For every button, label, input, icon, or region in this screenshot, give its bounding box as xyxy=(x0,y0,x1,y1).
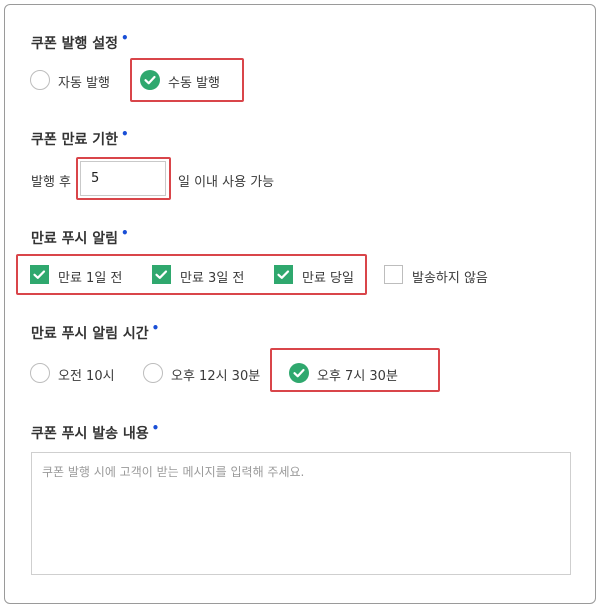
expiry-title-text: 쿠폰 만료 기한 xyxy=(31,132,119,148)
radio-730pm[interactable]: 오후 7시 30분 xyxy=(289,361,419,385)
checkbox-3-days-before[interactable]: 만료 3일 전 xyxy=(152,263,262,287)
push-time-title-text: 만료 푸시 알림 시간 xyxy=(31,326,149,342)
checkbox-same-day-label: 만료 당일 xyxy=(302,271,354,286)
checkbox-unchecked-icon xyxy=(384,265,403,284)
expiry-suffix-label: 일 이내 사용 가능 xyxy=(178,175,275,190)
issue-setting-title: 쿠폰 발행 설정 • xyxy=(31,31,129,53)
expiry-prefix-label: 발행 후 xyxy=(31,175,72,190)
checkbox-1-day-before[interactable]: 만료 1일 전 xyxy=(30,263,140,287)
radio-auto-issue[interactable]: 자동 발행 xyxy=(30,68,130,92)
radio-auto-issue-label: 자동 발행 xyxy=(58,76,110,91)
checkbox-same-day[interactable]: 만료 당일 xyxy=(274,263,364,287)
check-circle-icon xyxy=(140,70,160,90)
radio-circle-icon xyxy=(30,70,50,90)
push-content-textarea[interactable]: 쿠폰 발행 시에 고객이 받는 메시지를 입력해 주세요. xyxy=(31,452,571,575)
radio-10am[interactable]: 오전 10시 xyxy=(30,361,130,385)
checkbox-checked-icon xyxy=(30,265,49,284)
radio-730pm-label: 오후 7시 30분 xyxy=(317,369,398,384)
radio-1230pm-label: 오후 12시 30분 xyxy=(171,369,261,384)
push-content-title: 쿠폰 푸시 발송 내용 • xyxy=(31,421,160,443)
required-mark: • xyxy=(151,421,160,435)
required-mark: • xyxy=(151,321,160,335)
push-alert-title: 만료 푸시 알림 • xyxy=(31,226,129,248)
push-content-title-text: 쿠폰 푸시 발송 내용 xyxy=(31,426,149,442)
issue-setting-title-text: 쿠폰 발행 설정 xyxy=(31,36,119,52)
checkbox-checked-icon xyxy=(274,265,293,284)
radio-1230pm[interactable]: 오후 12시 30분 xyxy=(143,361,268,385)
radio-manual-issue[interactable]: 수동 발행 xyxy=(140,68,240,92)
checkbox-do-not-send[interactable]: 발송하지 않음 xyxy=(384,263,504,287)
push-content-placeholder: 쿠폰 발행 시에 고객이 받는 메시지를 입력해 주세요. xyxy=(42,465,305,479)
push-alert-title-text: 만료 푸시 알림 xyxy=(31,231,119,247)
radio-10am-label: 오전 10시 xyxy=(58,369,115,384)
checkbox-3-days-before-label: 만료 3일 전 xyxy=(180,271,245,286)
expiry-title: 쿠폰 만료 기한 • xyxy=(31,127,129,149)
checkbox-do-not-send-label: 발송하지 않음 xyxy=(412,271,488,286)
radio-circle-icon xyxy=(143,363,163,383)
checkbox-checked-icon xyxy=(152,265,171,284)
required-mark: • xyxy=(121,226,129,240)
required-mark: • xyxy=(121,127,129,141)
expiry-days-input[interactable]: 5 xyxy=(80,161,166,196)
push-time-title: 만료 푸시 알림 시간 • xyxy=(31,321,160,343)
required-mark: • xyxy=(121,31,129,45)
checkbox-1-day-before-label: 만료 1일 전 xyxy=(58,271,123,286)
radio-manual-issue-label: 수동 발행 xyxy=(168,76,220,91)
radio-circle-icon xyxy=(30,363,50,383)
check-circle-icon xyxy=(289,363,309,383)
